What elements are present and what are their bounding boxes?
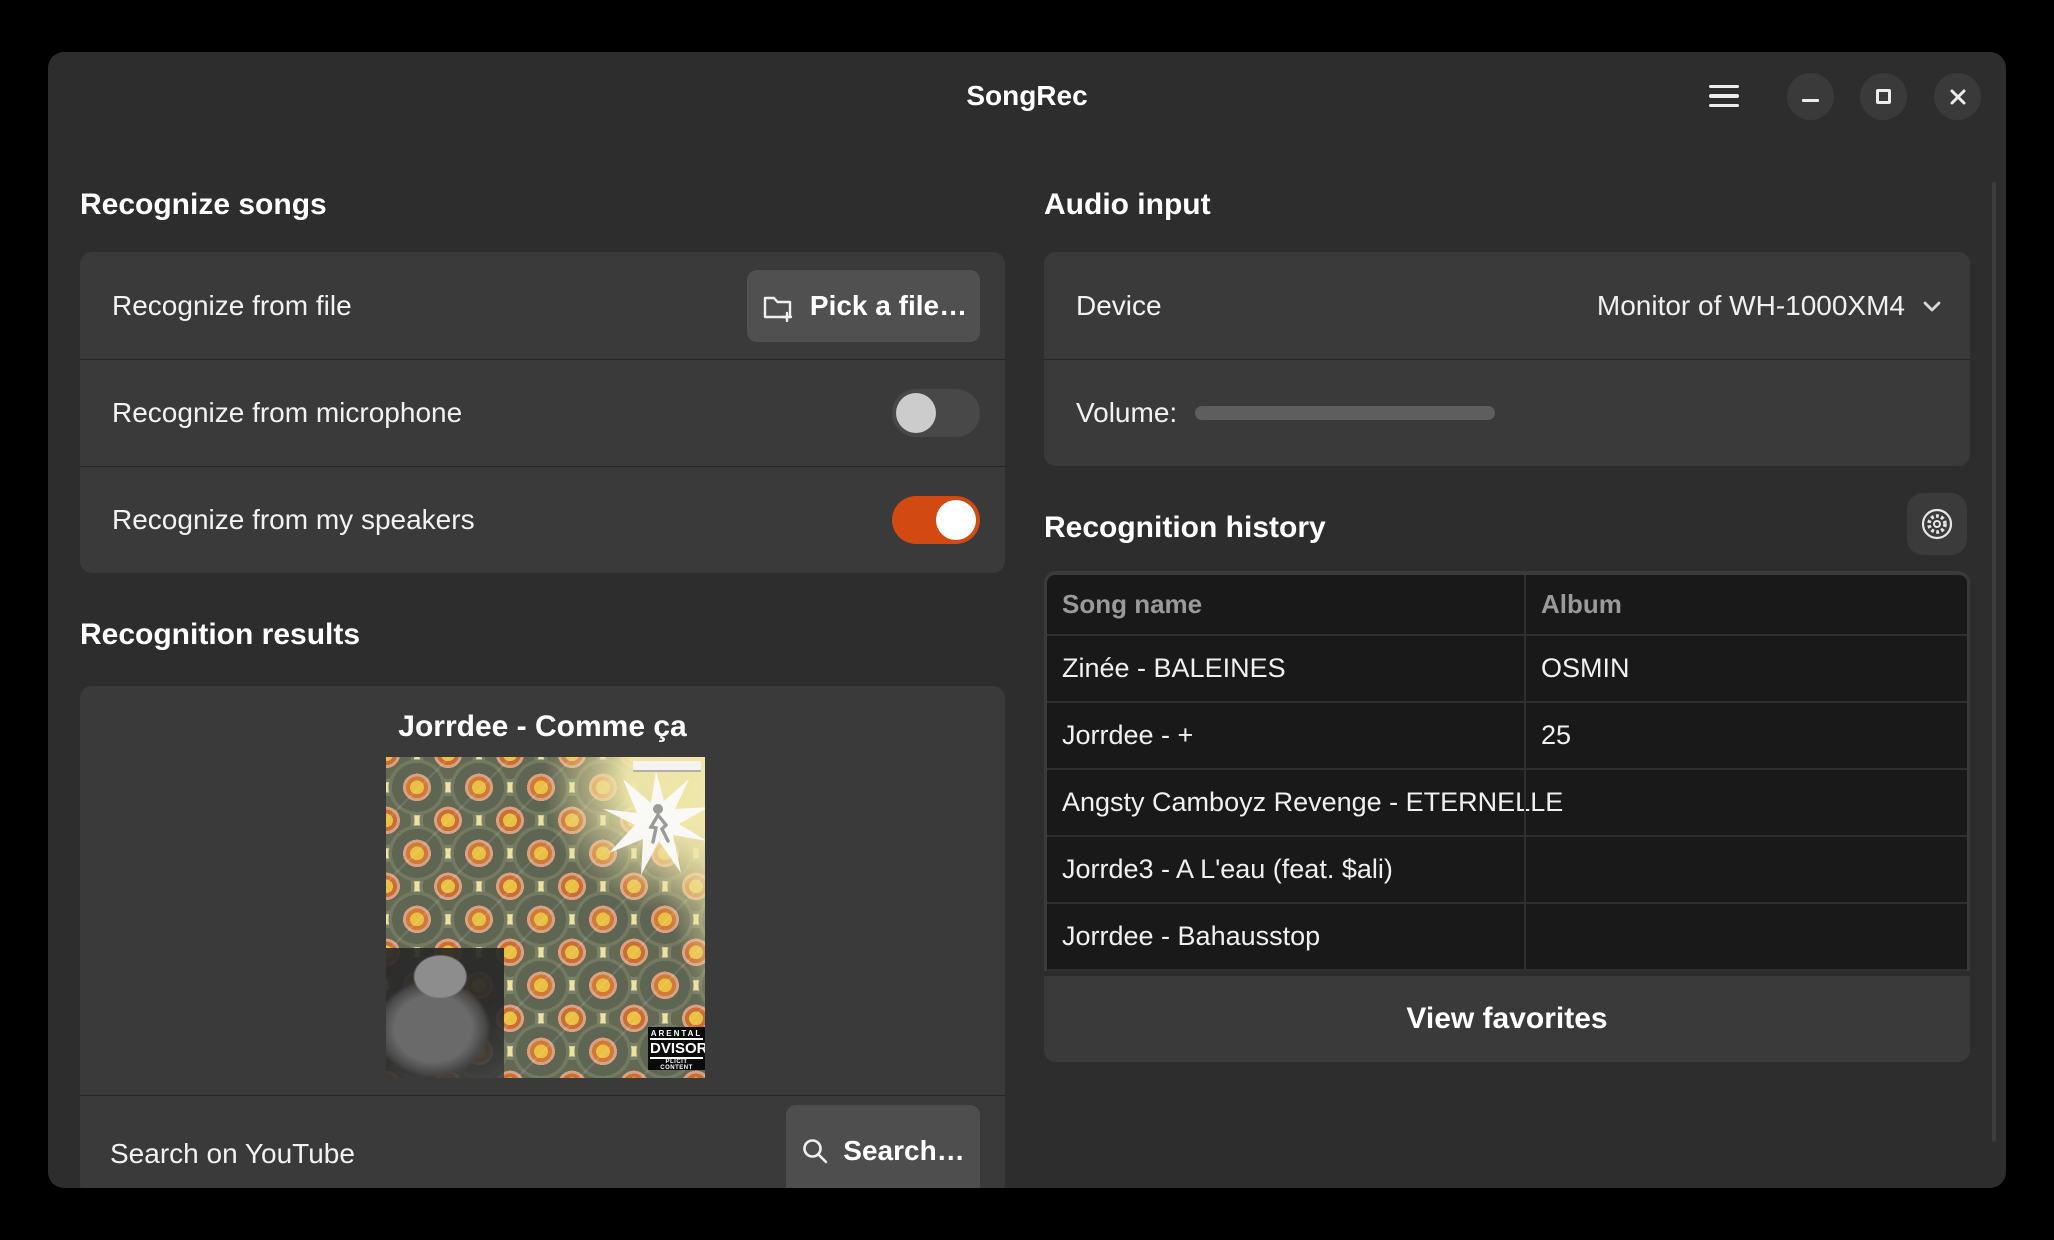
parental-advisory-label: ARENTAL DVISORY PLICIT CONTENT (648, 1027, 705, 1070)
search-icon (801, 1137, 829, 1165)
menu-button[interactable] (1702, 80, 1746, 112)
recognize-songs-title: Recognize songs (80, 188, 327, 222)
recognition-results-title: Recognition results (80, 618, 360, 652)
speakers-toggle[interactable] (892, 496, 980, 544)
device-label: Device (1076, 290, 1162, 322)
search-youtube-button[interactable]: Search… (786, 1105, 980, 1188)
volume-level-bar (1195, 406, 1495, 420)
advisory-line-1: ARENTAL (650, 1029, 703, 1038)
volume-label: Volume: (1076, 397, 1177, 429)
device-value: Monitor of WH-1000XM4 (1597, 290, 1905, 322)
advisory-line-3: PLICIT CONTENT (650, 1059, 703, 1071)
starburst-graphic (601, 769, 705, 879)
song-cell: Jorrde3 - A L'eau (feat. $ali) (1047, 854, 1524, 885)
folder-new-icon (760, 290, 796, 322)
history-row[interactable]: Jorrde3 - A L'eau (feat. $ali) (1047, 837, 1967, 904)
headerbar[interactable]: SongRec (48, 52, 2006, 140)
column-divider (1524, 575, 1526, 971)
recognize-from-file-label: Recognize from file (112, 290, 352, 322)
recognized-song-title: Jorrdee - Comme ça (80, 710, 1005, 744)
minimize-icon (1802, 99, 1819, 102)
device-dropdown[interactable]: Monitor of WH-1000XM4 (1597, 290, 1945, 322)
recognition-results-card: Jorrdee - Comme ça ARENTAL DVISORY PLICI… (80, 686, 1005, 1188)
grayscale-figure (386, 948, 504, 1078)
view-favorites-label: View favorites (1406, 1002, 1607, 1036)
song-cell: Angsty Camboyz Revenge - ETERNELLE (1047, 787, 1524, 818)
history-row[interactable]: Jorrdee - + 25 (1047, 703, 1967, 770)
search-button-label: Search… (843, 1135, 964, 1167)
search-on-youtube-label: Search on YouTube (110, 1138, 355, 1170)
song-name-column-header: Song name (1047, 589, 1524, 620)
desktop: SongRec Recognize songs Recognize from f… (0, 0, 2054, 1240)
album-art: ARENTAL DVISORY PLICIT CONTENT (386, 757, 705, 1078)
history-settings-button[interactable] (1907, 493, 1967, 555)
recognize-from-microphone-row: Recognize from microphone (80, 359, 1005, 466)
album-cell: OSMIN (1524, 653, 1967, 684)
view-favorites-button[interactable]: View favorites (1044, 976, 1970, 1062)
row-divider (80, 1095, 1005, 1096)
minimize-button[interactable] (1787, 73, 1834, 120)
songrec-window: SongRec Recognize songs Recognize from f… (48, 52, 2006, 1188)
song-cell: Zinée - BALEINES (1047, 653, 1524, 684)
audio-input-card: Device Monitor of WH-1000XM4 Volume: (1044, 252, 1970, 466)
history-row[interactable]: Angsty Camboyz Revenge - ETERNELLE (1047, 770, 1967, 837)
recognize-from-file-row: Recognize from file Pick a file… (80, 252, 1005, 359)
microphone-toggle[interactable] (892, 389, 980, 437)
recognize-songs-card: Recognize from file Pick a file… Recogni… (80, 252, 1005, 573)
recognize-from-microphone-label: Recognize from microphone (112, 397, 462, 429)
history-table-header: Song name Album (1047, 575, 1967, 636)
history-table: Song name Album Zinée - BALEINES OSMIN J… (1047, 575, 1967, 971)
song-cell: Jorrdee - Bahausstop (1047, 921, 1524, 952)
close-icon (1948, 87, 1968, 107)
song-cell: Jorrdee - + (1047, 720, 1524, 751)
history-row[interactable]: Jorrdee - Bahausstop (1047, 904, 1967, 971)
recognize-from-speakers-row: Recognize from my speakers (80, 466, 1005, 573)
recognition-history-title: Recognition history (1044, 511, 1326, 545)
window-scrollbar[interactable] (1992, 182, 1996, 1142)
maximize-icon (1876, 89, 1891, 104)
toggle-knob (896, 393, 936, 433)
audio-input-title: Audio input (1044, 188, 1211, 222)
gear-icon (1920, 507, 1954, 541)
album-cell: 25 (1524, 720, 1967, 751)
pick-a-file-label: Pick a file… (810, 290, 967, 322)
advisory-line-2: DVISORY (650, 1038, 703, 1059)
history-row[interactable]: Zinée - BALEINES OSMIN (1047, 636, 1967, 703)
device-row[interactable]: Device Monitor of WH-1000XM4 (1044, 252, 1970, 359)
close-button[interactable] (1934, 73, 1981, 120)
artist-credit-label (633, 761, 701, 772)
volume-row: Volume: (1044, 359, 1970, 466)
chevron-down-icon (1919, 293, 1945, 319)
pick-a-file-button[interactable]: Pick a file… (747, 270, 980, 342)
recognize-from-speakers-label: Recognize from my speakers (112, 504, 475, 536)
album-column-header: Album (1524, 589, 1967, 620)
toggle-knob (936, 500, 976, 540)
maximize-button[interactable] (1860, 73, 1907, 120)
recognition-history-card: Song name Album Zinée - BALEINES OSMIN J… (1044, 571, 1970, 1062)
